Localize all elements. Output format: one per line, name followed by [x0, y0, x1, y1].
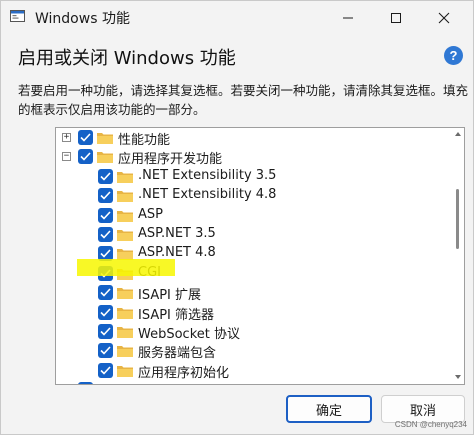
checkmark-icon	[100, 327, 111, 336]
checkmark-icon	[80, 133, 91, 142]
checkmark-icon	[100, 346, 111, 356]
tree-item-label: 性能功能	[118, 133, 171, 148]
folder-icon	[97, 152, 113, 164]
tree-item[interactable]: .NET Extensibility 4.8	[56, 186, 436, 206]
help-icon[interactable]: ?	[444, 46, 463, 65]
tree-item[interactable]: 应用程序初始化	[56, 361, 436, 381]
scrollbar-thumb[interactable]	[456, 189, 459, 249]
dialog-heading: 启用或关闭 Windows 功能	[18, 48, 236, 69]
tree-item-label: 服务器端包含	[138, 346, 217, 362]
checkmark-icon	[100, 288, 111, 297]
feature-checkbox[interactable]	[98, 207, 113, 223]
tree-item-label: ASP	[138, 206, 163, 222]
folder-icon	[117, 346, 133, 358]
checkmark-icon	[100, 191, 111, 200]
tree-item-label: 运行状况和诊断	[118, 381, 209, 384]
tree-item[interactable]: WebSocket 协议	[56, 322, 436, 342]
collapse-icon[interactable]: −	[62, 152, 71, 162]
cancel-button[interactable]: 取消	[381, 395, 465, 423]
feature-checkbox[interactable]	[98, 304, 113, 320]
folder-icon	[117, 327, 133, 338]
tree-item[interactable]: ASP	[56, 206, 436, 226]
folder-icon	[117, 191, 133, 203]
window-title: Windows 功能	[35, 11, 130, 27]
checkmark-icon	[100, 366, 111, 375]
tree-item-label: .NET Extensibility 4.8	[138, 187, 277, 203]
tree-item[interactable]: + 性能功能	[56, 128, 436, 148]
feature-checkbox[interactable]	[98, 362, 113, 378]
feature-checkbox[interactable]	[98, 285, 113, 301]
checkmark-icon	[100, 211, 111, 220]
tree-item-label: 应用程序开发功能	[118, 152, 223, 168]
tree-item[interactable]: 服务器端包含	[56, 341, 436, 361]
folder-icon	[117, 307, 133, 319]
feature-checkbox[interactable]	[78, 130, 93, 145]
title-bar[interactable]: Windows 功能	[1, 1, 473, 34]
tree-item[interactable]: − 应用程序开发功能	[56, 147, 436, 167]
checkmark-icon	[100, 172, 111, 181]
tree-item[interactable]: ISAPI 筛选器	[56, 303, 436, 323]
folder-icon	[117, 230, 133, 241]
minimize-icon	[343, 17, 353, 18]
dialog-description: 若要启用一种功能，请选择其复选框。若要关闭一种功能，请清除其复选框。填充的框表示…	[18, 83, 469, 117]
tree-item[interactable]: .NET Extensibility 3.5	[56, 167, 436, 187]
tree-item-label: ASP.NET 3.5	[138, 226, 216, 241]
maximize-button[interactable]	[373, 1, 419, 34]
feature-checkbox[interactable]	[98, 227, 113, 242]
folder-icon	[117, 288, 133, 300]
folder-icon	[117, 171, 133, 183]
tree-item[interactable]: ASP.NET 3.5	[56, 225, 436, 245]
folder-icon	[117, 210, 133, 222]
checkmark-icon	[100, 230, 111, 239]
window-icon	[10, 10, 25, 22]
checkmark-icon	[100, 249, 111, 259]
tree-item-label: ISAPI 扩展	[138, 288, 202, 304]
scroll-up-arrow-icon[interactable]	[455, 132, 461, 136]
feature-checkbox[interactable]	[98, 188, 113, 204]
feature-checkbox[interactable]	[98, 343, 113, 359]
close-icon	[438, 12, 450, 23]
highlight-marker	[77, 259, 175, 276]
features-tree[interactable]: + 性能功能 − 应用程序开发功能 .NET Extensibility 3.5 .NET…	[55, 127, 465, 385]
folder-icon	[117, 365, 133, 377]
feature-checkbox[interactable]	[98, 324, 113, 339]
checkmark-icon	[80, 152, 91, 162]
tree-item[interactable]: +运行状况和诊断	[56, 380, 436, 385]
checkmark-icon	[100, 308, 111, 317]
windows-features-dialog: Windows 功能 启用或关闭 Windows 功能 ? 若要启用一种功能，请…	[0, 0, 474, 435]
expand-icon[interactable]: +	[62, 133, 71, 142]
tree-item-label: ISAPI 筛选器	[138, 307, 215, 323]
maximize-icon	[391, 12, 401, 23]
minimize-button[interactable]	[325, 1, 371, 34]
watermark: CSDN @chenyq234	[394, 420, 467, 429]
tree-item-label: .NET Extensibility 3.5	[138, 167, 277, 183]
tree-item-label: 应用程序初始化	[138, 365, 230, 381]
feature-checkbox[interactable]	[78, 149, 93, 165]
folder-icon	[97, 133, 113, 144]
ok-button[interactable]: 确定	[286, 395, 372, 423]
folder-icon	[96, 383, 114, 385]
close-button[interactable]	[421, 1, 467, 34]
tree-item-label: WebSocket 协议	[138, 327, 240, 342]
scroll-down-arrow-icon[interactable]	[455, 375, 461, 379]
tree-item[interactable]: ISAPI 扩展	[56, 283, 436, 303]
feature-checkbox[interactable]	[98, 168, 113, 184]
feature-checkbox[interactable]	[78, 382, 93, 384]
